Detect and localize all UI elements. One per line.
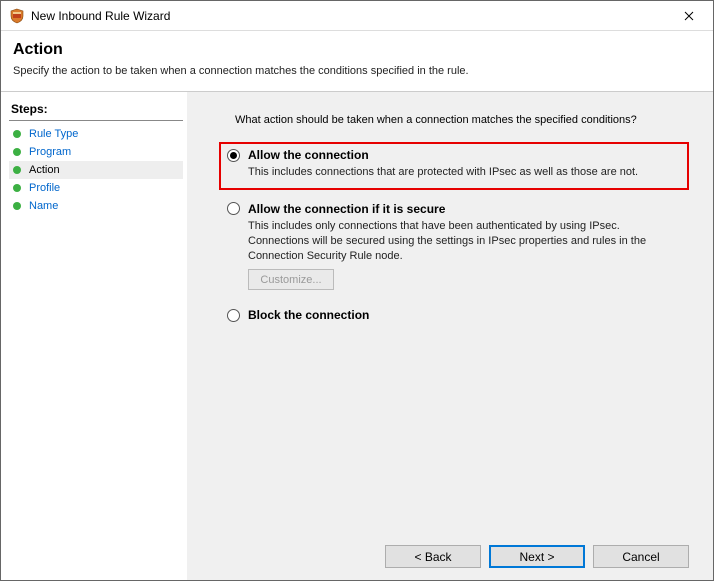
action-options: Allow the connection This includes conne… xyxy=(219,142,689,334)
option-title: Block the connection xyxy=(248,308,369,322)
bullet-icon xyxy=(13,130,21,138)
step-program[interactable]: Program xyxy=(9,143,183,161)
step-label: Program xyxy=(29,146,71,158)
bullet-icon xyxy=(13,184,21,192)
back-button[interactable]: < Back xyxy=(385,545,481,568)
option-allow[interactable]: Allow the connection This includes conne… xyxy=(219,142,689,190)
option-block[interactable]: Block the connection xyxy=(219,302,689,328)
option-allow-secure[interactable]: Allow the connection if it is secure Thi… xyxy=(219,196,689,297)
option-row: Block the connection xyxy=(227,308,679,322)
steps-heading: Steps: xyxy=(9,100,183,121)
next-button[interactable]: Next > xyxy=(489,545,585,568)
step-label: Rule Type xyxy=(29,128,78,140)
bullet-icon xyxy=(13,166,21,174)
bullet-icon xyxy=(13,148,21,156)
radio-block[interactable] xyxy=(227,309,240,322)
app-icon xyxy=(9,8,25,24)
step-label: Profile xyxy=(29,182,60,194)
main-panel: What action should be taken when a conne… xyxy=(187,92,713,580)
cancel-button[interactable]: Cancel xyxy=(593,545,689,568)
footer-buttons: < Back Next > Cancel xyxy=(211,535,689,568)
header: Action Specify the action to be taken wh… xyxy=(1,31,713,92)
option-desc: This includes connections that are prote… xyxy=(248,165,678,180)
step-rule-type[interactable]: Rule Type xyxy=(9,125,183,143)
option-title: Allow the connection xyxy=(248,148,369,162)
steps-sidebar: Steps: Rule Type Program Action Profile … xyxy=(1,92,187,580)
option-row: Allow the connection if it is secure xyxy=(227,202,679,216)
titlebar: New Inbound Rule Wizard xyxy=(1,1,713,31)
window-title: New Inbound Rule Wizard xyxy=(31,9,666,23)
step-action[interactable]: Action xyxy=(9,161,183,179)
body: Steps: Rule Type Program Action Profile … xyxy=(1,92,713,580)
customize-button: Customize... xyxy=(248,269,334,290)
page-title: Action xyxy=(13,41,701,59)
close-button[interactable] xyxy=(666,2,711,30)
radio-allow[interactable] xyxy=(227,149,240,162)
radio-allow-secure[interactable] xyxy=(227,202,240,215)
option-title: Allow the connection if it is secure xyxy=(248,202,445,216)
page-subtitle: Specify the action to be taken when a co… xyxy=(13,65,701,77)
step-profile[interactable]: Profile xyxy=(9,179,183,197)
step-name[interactable]: Name xyxy=(9,197,183,215)
option-desc: This includes only connections that have… xyxy=(248,219,678,264)
step-label: Action xyxy=(29,164,60,176)
prompt-text: What action should be taken when a conne… xyxy=(235,114,689,126)
step-label: Name xyxy=(29,200,58,212)
wizard-window: New Inbound Rule Wizard Action Specify t… xyxy=(0,0,714,581)
option-row: Allow the connection xyxy=(227,148,679,162)
bullet-icon xyxy=(13,202,21,210)
